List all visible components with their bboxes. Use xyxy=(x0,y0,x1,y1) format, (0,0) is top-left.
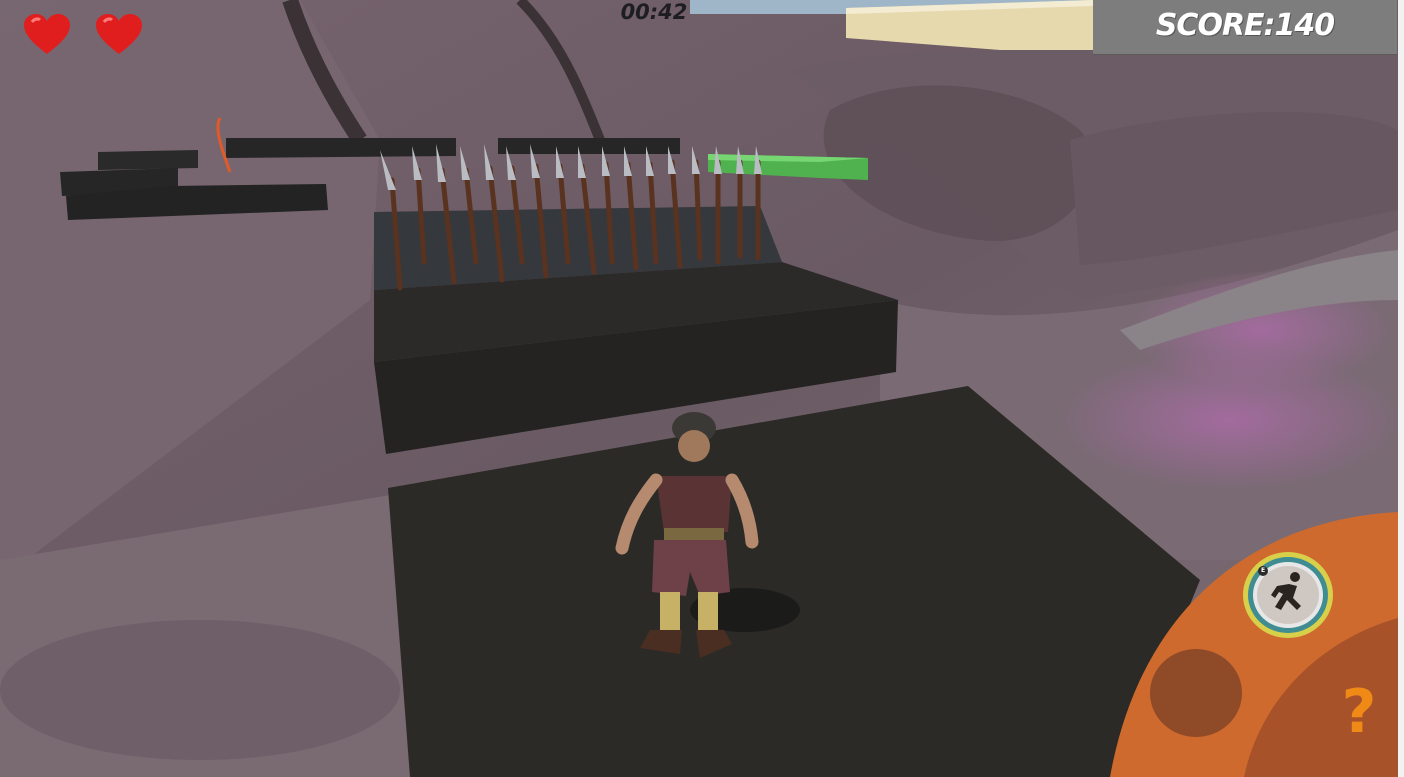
countdown-timer: 00:42 xyxy=(620,0,688,24)
pink-crystal-vein-2 xyxy=(1060,350,1400,490)
joystick-knob[interactable] xyxy=(1150,649,1242,737)
score-panel: SCORE:140 xyxy=(1093,0,1397,55)
heart-icon xyxy=(24,14,70,54)
heart-icon xyxy=(96,14,142,54)
screen-edge xyxy=(1398,0,1404,777)
floor-rock xyxy=(0,620,400,760)
sprint-key-hint: E xyxy=(1258,566,1268,576)
sprint-button[interactable] xyxy=(1243,552,1333,638)
running-man-icon xyxy=(1271,572,1301,610)
floating-beam-2 xyxy=(498,138,680,154)
help-button[interactable]: ? xyxy=(1334,680,1384,744)
floating-beam-1 xyxy=(226,138,456,158)
floating-block-1 xyxy=(98,150,198,170)
score-label: SCORE:140 xyxy=(1155,8,1335,43)
